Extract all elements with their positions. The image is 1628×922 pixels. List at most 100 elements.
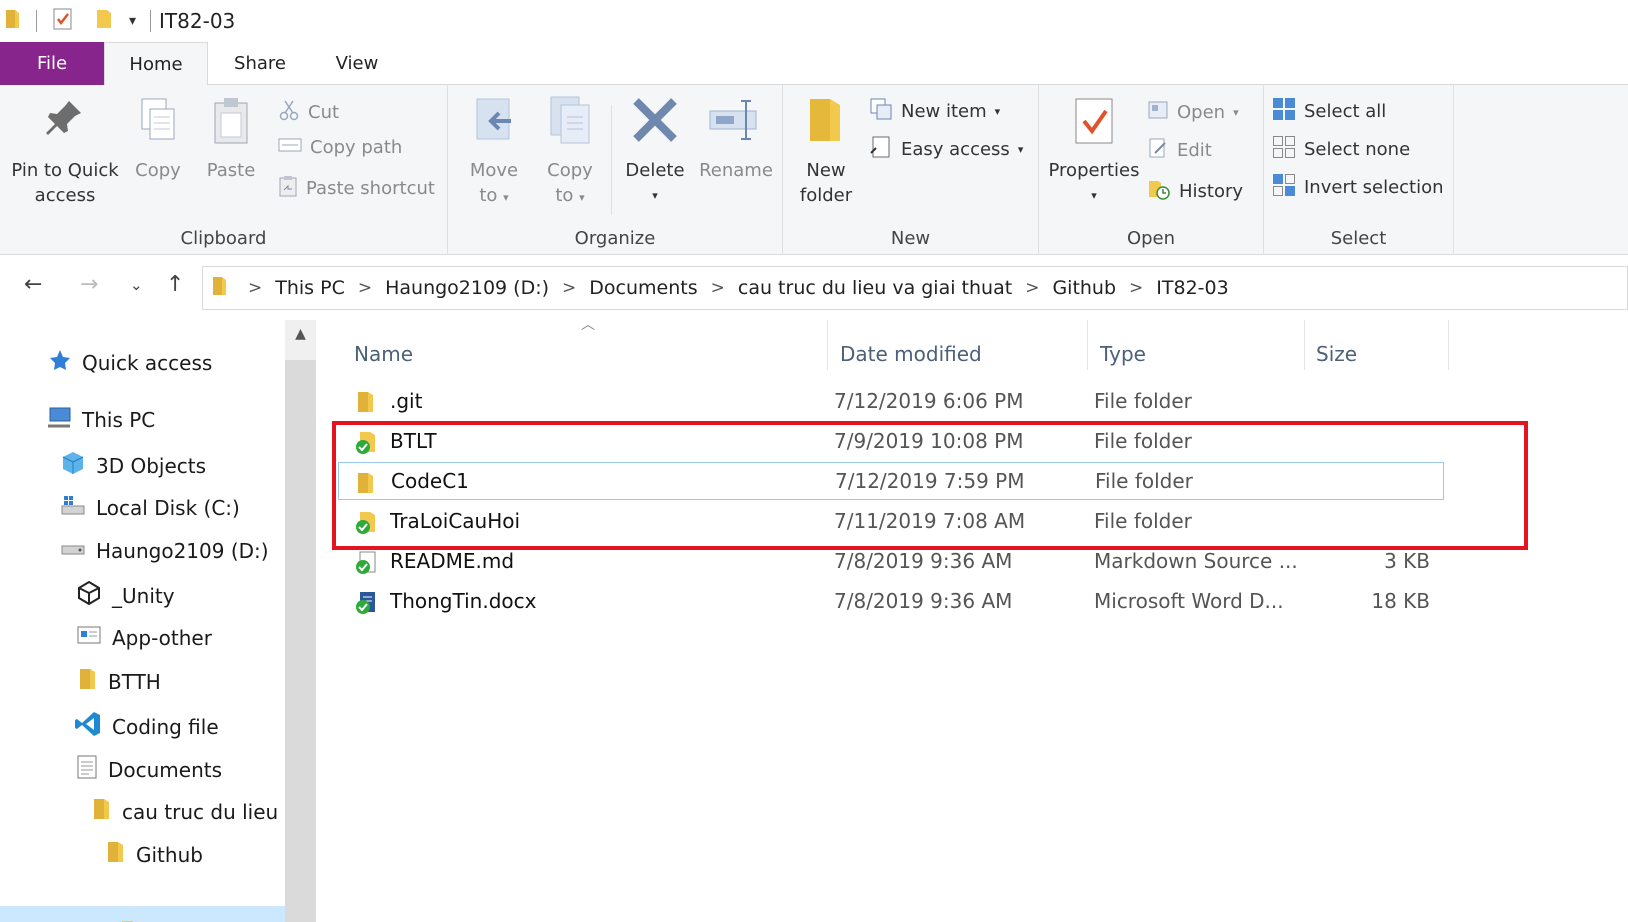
copy-button[interactable]: Copy <box>128 95 188 183</box>
easy-access-button[interactable]: Easy access ▾ <box>869 135 1023 164</box>
recent-locations-chevron-icon[interactable]: ⌄ <box>130 276 143 294</box>
invert-selection-icon <box>1272 173 1296 202</box>
chevron-right-icon[interactable]: > <box>358 278 372 298</box>
properties-icon[interactable] <box>51 7 75 36</box>
open-icon <box>1147 99 1169 126</box>
unity-logo-icon <box>76 580 102 611</box>
file-name: ThongTin.docx <box>390 589 537 613</box>
pin-to-quick-access-button[interactable]: Pin to Quick access <box>6 95 124 208</box>
move-to-icon <box>462 95 526 152</box>
nav-label: Coding file <box>112 714 219 739</box>
nav-item-github[interactable]: Github <box>104 840 203 869</box>
list-item[interactable]: ThongTin.docx 7/8/2019 9:36 AM Microsoft… <box>346 582 1440 620</box>
history-button[interactable]: History <box>1147 177 1243 206</box>
new-item-button[interactable]: New item ▾ <box>869 97 1000 126</box>
copy-to-button[interactable]: Copy to ▾ <box>538 95 602 210</box>
chevron-right-icon[interactable]: > <box>711 278 725 298</box>
delete-label: Delete <box>625 160 685 181</box>
scroll-up-chevron-icon[interactable]: ▲ <box>285 326 316 352</box>
edit-button[interactable]: Edit <box>1147 137 1212 164</box>
chevron-right-icon[interactable]: > <box>1129 278 1143 298</box>
nav-item-this-pc[interactable]: This PC <box>46 406 155 433</box>
tab-home[interactable]: Home <box>104 42 208 86</box>
nav-item-documents[interactable]: Documents <box>76 754 222 785</box>
cut-button[interactable]: Cut <box>278 99 339 126</box>
copy-path-button[interactable]: Copy path <box>278 137 402 158</box>
chevron-down-icon: ▾ <box>1017 143 1024 156</box>
copy-icon <box>128 95 188 152</box>
cut-label: Cut <box>308 102 340 123</box>
back-arrow-icon[interactable]: ← <box>24 272 42 297</box>
quick-access-toolbar: ▾ <box>0 7 159 36</box>
nav-label: Local Disk (C:) <box>96 495 240 520</box>
nav-item-unity[interactable]: _Unity <box>76 580 175 611</box>
paste-shortcut-button[interactable]: Paste shortcut <box>278 175 435 202</box>
breadcrumb-drive-d[interactable]: Haungo2109 (D:) <box>385 277 549 299</box>
nav-item-btth[interactable]: BTTH <box>76 667 161 696</box>
tab-share[interactable]: Share <box>215 42 305 85</box>
folder-icon <box>76 667 98 696</box>
nav-item-3d-objects[interactable]: 3D Objects <box>60 450 206 481</box>
delete-button[interactable]: Delete ▾ <box>618 95 692 208</box>
up-arrow-icon[interactable]: ↑ <box>166 272 184 297</box>
paste-shortcut-icon <box>278 175 298 202</box>
breadcrumb-documents[interactable]: Documents <box>589 277 697 299</box>
sort-ascending-icon: ︿ <box>581 317 595 333</box>
breadcrumb[interactable]: > This PC > Haungo2109 (D:) > Documents … <box>202 266 1628 310</box>
ribbon-tabs: File Home Share View <box>0 42 1628 86</box>
chevron-down-icon: ▾ <box>652 189 658 202</box>
chevron-right-icon[interactable]: > <box>1025 278 1039 298</box>
properties-checkmark-icon <box>1047 95 1141 152</box>
move-to-button[interactable]: Move to ▾ <box>462 95 526 210</box>
breadcrumb-cau-truc[interactable]: cau truc du lieu va giai thuat <box>738 277 1012 299</box>
nav-item-app-other[interactable]: App-other <box>76 624 212 651</box>
customize-toolbar-dropdown-icon[interactable]: ▾ <box>129 13 136 29</box>
nav-item-local-disk-c[interactable]: Local Disk (C:) <box>60 494 240 521</box>
file-size: 18 KB <box>1371 589 1430 613</box>
nav-item-coding-file[interactable]: Coding file <box>74 710 219 743</box>
breadcrumb-it82-03[interactable]: IT82-03 <box>1156 277 1228 299</box>
app-window-icon <box>76 624 102 651</box>
breadcrumb-github[interactable]: Github <box>1052 277 1116 299</box>
chevron-right-icon[interactable]: > <box>248 278 262 298</box>
new-folder-button[interactable]: New folder <box>791 95 861 208</box>
nav-item-selected-partial[interactable] <box>0 906 285 922</box>
pin-icon <box>6 95 124 152</box>
select-group-label: Select <box>1330 228 1387 249</box>
nav-item-cau-truc-du-lieu[interactable]: cau truc du lieu <box>90 797 278 826</box>
open-button[interactable]: Open ▾ <box>1147 99 1239 126</box>
forward-arrow-icon[interactable]: → <box>80 272 98 297</box>
column-header-date[interactable]: Date modified <box>840 334 982 374</box>
rename-label: Rename <box>699 160 773 181</box>
folder-icon <box>4 8 22 35</box>
select-all-icon <box>1272 97 1296 126</box>
nav-item-drive-d[interactable]: Haungo2109 (D:) <box>60 537 269 564</box>
pin-label-1: Pin to Quick <box>11 160 119 181</box>
select-none-label: Select none <box>1304 139 1411 160</box>
tab-view[interactable]: View <box>312 42 402 85</box>
select-all-button[interactable]: Select all <box>1272 97 1386 126</box>
invert-selection-button[interactable]: Invert selection <box>1272 173 1444 202</box>
paste-button[interactable]: Paste <box>200 95 262 183</box>
column-header-name[interactable]: Name <box>354 334 413 374</box>
copy-path-label: Copy path <box>310 137 403 158</box>
tab-file[interactable]: File <box>0 42 104 85</box>
properties-button[interactable]: Properties ▾ <box>1047 95 1141 208</box>
nav-label: BTTH <box>108 669 161 694</box>
nav-pane-scrollbar[interactable]: ▲ <box>285 320 316 922</box>
select-all-label: Select all <box>1304 101 1387 122</box>
nav-label: Github <box>136 842 203 867</box>
list-item[interactable]: .git 7/12/2019 6:06 PM File folder <box>346 382 1440 420</box>
rename-button[interactable]: Rename <box>696 95 776 183</box>
chevron-right-icon[interactable]: > <box>562 278 576 298</box>
column-header-type[interactable]: Type <box>1100 334 1146 374</box>
new-folder-icon[interactable] <box>95 8 113 35</box>
column-header-size[interactable]: Size <box>1316 334 1357 374</box>
breadcrumb-this-pc[interactable]: This PC <box>275 277 345 299</box>
history-icon <box>1147 177 1171 206</box>
drive-windows-icon <box>60 494 86 521</box>
scrollbar-thumb[interactable] <box>285 360 316 922</box>
clipboard-paste-icon <box>200 95 262 152</box>
select-none-button[interactable]: Select none <box>1272 135 1410 164</box>
nav-item-quick-access[interactable]: Quick access <box>48 348 212 377</box>
